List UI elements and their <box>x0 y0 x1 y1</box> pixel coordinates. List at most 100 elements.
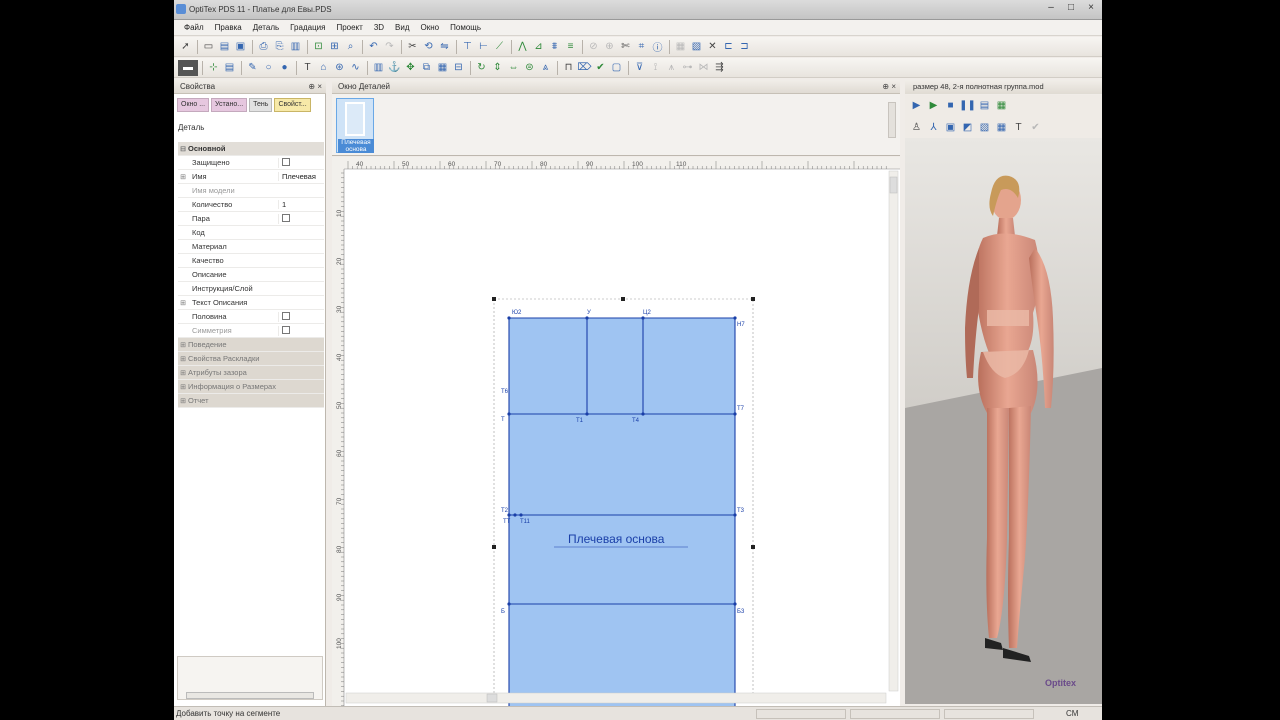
fold-icon[interactable]: ⊿ <box>531 39 546 55</box>
3d-layers-icon[interactable]: ▤ <box>977 97 992 113</box>
horizontal-scroll-thumb[interactable] <box>486 693 498 703</box>
notch-icon[interactable]: ⊤ <box>460 39 475 55</box>
pen-tool-icon[interactable]: ✎ <box>245 60 260 76</box>
minimize-button[interactable]: – <box>1044 2 1058 14</box>
property-value[interactable] <box>278 213 324 224</box>
plot-icon[interactable]: ⎘ <box>272 39 287 55</box>
rotate-icon[interactable]: ⟲ <box>421 39 436 55</box>
menu-piece[interactable]: Деталь <box>253 23 279 32</box>
panel-close-icon[interactable]: ⊕ × <box>308 80 322 93</box>
property-row[interactable]: Половина <box>178 310 324 324</box>
property-row[interactable]: Описание <box>178 268 324 282</box>
property-value[interactable] <box>278 311 324 322</box>
menu-edit[interactable]: Правка <box>215 23 242 32</box>
canvas-svg[interactable]: 40 50 60 70 80 90 100 110 10 20 30 40 50… <box>332 157 900 706</box>
dart-icon[interactable]: ⋀ <box>515 39 530 55</box>
label-tool-icon[interactable]: ⌂ <box>316 60 331 76</box>
3d-scene[interactable]: Optitex <box>905 138 1102 704</box>
tab-shadow[interactable]: Тень <box>249 98 273 112</box>
property-row[interactable]: Качество <box>178 254 324 268</box>
property-group[interactable]: ⊞ Информация о Размерах <box>178 380 324 394</box>
pin-icon[interactable]: ⟟ <box>648 60 663 76</box>
select-arrow-icon[interactable]: ➚ <box>178 39 193 55</box>
mirror-icon[interactable]: ⇋ <box>437 39 452 55</box>
preview-icon[interactable]: ▥ <box>288 39 303 55</box>
undo-icon[interactable]: ↶ <box>366 39 381 55</box>
drawing-canvas[interactable]: 40 50 60 70 80 90 100 110 10 20 30 40 50… <box>332 157 900 706</box>
filter-icon[interactable]: ⊽ <box>632 60 647 76</box>
cut-piece-icon[interactable]: ✄ <box>618 39 633 55</box>
maximize-button[interactable]: □ <box>1064 2 1078 14</box>
copy-icon[interactable]: ⧉ <box>419 60 434 76</box>
curve-tool-icon[interactable]: ∿ <box>348 60 363 76</box>
menu-project[interactable]: Проект <box>336 23 362 32</box>
refresh-icon[interactable]: ↻ <box>474 60 489 76</box>
dot-tool-icon[interactable]: ● <box>277 60 292 76</box>
pleat-icon[interactable]: ⩩ <box>547 39 562 55</box>
piece-thumbnail[interactable]: Плечевая основа <box>336 98 374 153</box>
link-icon[interactable]: ⊶ <box>680 60 695 76</box>
3d-play-icon[interactable]: ▶ <box>909 97 924 113</box>
menu-3d[interactable]: 3D <box>374 23 384 32</box>
vertical-scroll-thumb[interactable] <box>889 176 898 194</box>
property-value[interactable] <box>278 157 324 168</box>
seam-icon[interactable]: ≡ <box>563 39 578 55</box>
property-row[interactable]: ⊞ Имя Плечевая <box>178 170 324 184</box>
delete-icon[interactable]: ✕ <box>705 39 720 55</box>
group-main[interactable]: ⊟ Основной <box>178 142 324 156</box>
anchor-icon[interactable]: ⚓ <box>387 60 402 76</box>
property-row[interactable]: Пара <box>178 212 324 226</box>
3d-stop-icon[interactable]: ■ <box>943 97 958 113</box>
property-group[interactable]: ⊞ Отчет <box>178 394 324 408</box>
view-icon[interactable]: ⊓ <box>561 60 576 76</box>
piece-tool-icon[interactable]: ▬ <box>178 59 198 76</box>
property-group[interactable]: ⊞ Поведение <box>178 338 324 352</box>
tab-properties[interactable]: Свойст... <box>274 98 311 112</box>
grade-table-icon[interactable]: ▤ <box>222 60 237 76</box>
hang-icon[interactable]: ⩚ <box>664 60 679 76</box>
text-tool-icon[interactable]: T <box>300 60 315 76</box>
stretch-icon[interactable]: ⇕ <box>490 60 505 76</box>
tab-window[interactable]: Окно ... <box>177 98 210 112</box>
property-row[interactable]: Код <box>178 226 324 240</box>
property-row[interactable]: Инструкция/Слой <box>178 282 324 296</box>
property-row[interactable]: Количество 1 <box>178 198 324 212</box>
detail-window-scrollbar[interactable] <box>888 102 896 138</box>
tab-settings[interactable]: Устано... <box>211 98 248 112</box>
cut-icon[interactable]: ✂ <box>405 39 420 55</box>
align-icon[interactable]: ⊟ <box>451 60 466 76</box>
3d-grid-icon[interactable]: ▦ <box>994 119 1009 135</box>
3d-texture-icon[interactable]: ▧ <box>977 119 992 135</box>
print-icon[interactable]: ⎙ <box>256 39 271 55</box>
zoom-window-icon[interactable]: ⊞ <box>327 39 342 55</box>
menu-view[interactable]: Вид <box>395 23 409 32</box>
clipboard-icon[interactable]: ▥ <box>371 60 386 76</box>
info-icon[interactable]: ⓘ <box>650 39 665 55</box>
redo-icon[interactable]: ↷ <box>382 39 397 55</box>
nest-icon[interactable]: ▧ <box>689 39 704 55</box>
zoom-fit-icon[interactable]: ⊡ <box>311 39 326 55</box>
close-button[interactable]: × <box>1084 2 1098 14</box>
menu-help[interactable]: Помощь <box>450 23 481 32</box>
layout-icon[interactable]: ▦ <box>673 39 688 55</box>
pattern-piece[interactable] <box>509 318 735 706</box>
check-icon[interactable]: ✔ <box>593 60 608 76</box>
split-icon[interactable]: ⊘ <box>586 39 601 55</box>
menu-file[interactable]: Файл <box>184 23 204 32</box>
vertical-scrollbar[interactable] <box>888 170 899 692</box>
move-icon[interactable]: ✥ <box>403 60 418 76</box>
point-tool-icon[interactable]: ⊹ <box>206 60 221 76</box>
new-file-icon[interactable]: ▭ <box>201 39 216 55</box>
horizontal-scrollbar[interactable] <box>186 692 314 699</box>
3d-simulate-icon[interactable]: ▶ <box>926 97 941 113</box>
property-value[interactable]: 1 <box>278 200 324 209</box>
property-row[interactable]: Материал <box>178 240 324 254</box>
3d-light-icon[interactable]: ◩ <box>960 119 975 135</box>
circle-tool-icon[interactable]: ○ <box>261 60 276 76</box>
menu-window[interactable]: Окно <box>421 23 440 32</box>
trace-icon[interactable]: ⌗ <box>634 39 649 55</box>
shrink-icon[interactable]: ⇔ <box>506 60 521 76</box>
snap-icon[interactable]: ⩓ <box>538 60 553 76</box>
drill-tool-icon[interactable]: ⊛ <box>332 60 347 76</box>
3d-camera-icon[interactable]: ▣ <box>943 119 958 135</box>
